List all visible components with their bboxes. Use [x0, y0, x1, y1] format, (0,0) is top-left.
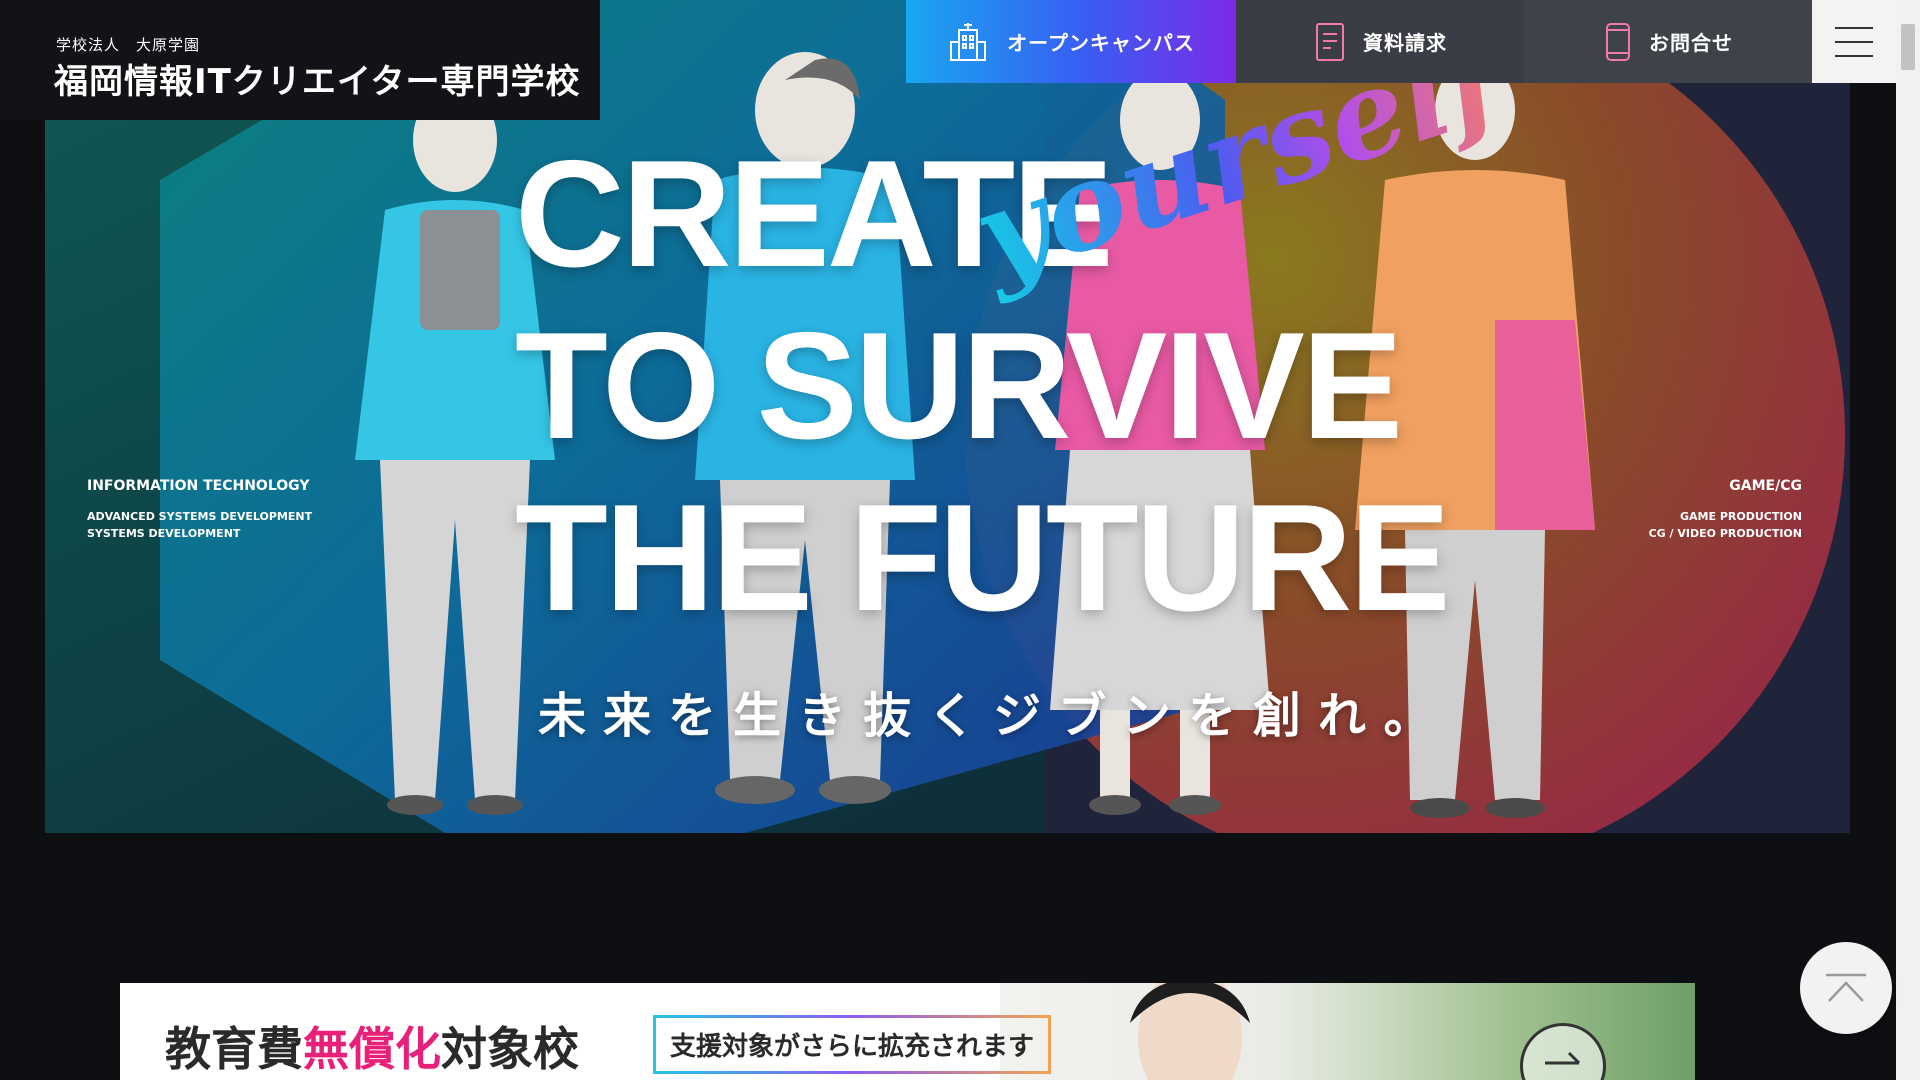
field-it-item: SYSTEMS DEVELOPMENT — [87, 527, 241, 540]
field-game-cg-item: GAME PRODUCTION — [1679, 510, 1802, 523]
contact-button[interactable]: お問合せ — [1524, 0, 1812, 83]
back-to-top-button[interactable] — [1800, 942, 1892, 1034]
document-request-button[interactable]: 資料請求 — [1236, 0, 1524, 83]
scrollbar[interactable] — [1896, 0, 1920, 1080]
field-game-cg-title: GAME/CG — [1729, 478, 1802, 494]
menu-bar — [1835, 54, 1873, 57]
field-it[interactable]: INFORMATION TECHNOLOGY ADVANCED SYSTEMS … — [87, 478, 312, 542]
banner-title: 教育費無償化対象校 — [165, 1013, 579, 1079]
field-game-cg[interactable]: GAME/CG GAME PRODUCTION CG / VIDEO PRODU… — [1649, 478, 1802, 542]
arrow-right-icon — [1545, 1051, 1581, 1065]
field-it-item: ADVANCED SYSTEMS DEVELOPMENT — [87, 510, 313, 523]
open-campus-label: オープンキャンパス — [1007, 31, 1195, 55]
hamburger-menu-icon[interactable] — [1812, 0, 1896, 83]
banner-title-pre: 教育費 — [165, 1022, 303, 1076]
menu-bar — [1835, 26, 1873, 29]
tuition-free-banner[interactable]: 教育費無償化対象校 支援対象がさらに拡充されます — [120, 983, 1695, 1080]
contact-label: お問合せ — [1649, 31, 1733, 55]
logo-subtitle: 学校法人 大原学園 — [56, 36, 201, 54]
site-logo[interactable]: 学校法人 大原学園 福岡情報ITクリエイター専門学校 — [0, 0, 600, 120]
banner-title-highlight: 無償化 — [303, 1022, 441, 1076]
menu-bar — [1835, 40, 1873, 43]
scrollbar-thumb[interactable] — [1901, 24, 1915, 70]
open-campus-button[interactable]: オープンキャンパス — [906, 0, 1236, 83]
hero-line-3: THE FUTURE — [515, 473, 1451, 643]
logo-title: 福岡情報ITクリエイター専門学校 — [54, 62, 581, 102]
field-it-title: INFORMATION TECHNOLOGY — [87, 478, 310, 494]
field-game-cg-item: CG / VIDEO PRODUCTION — [1648, 527, 1802, 540]
top-navigation: オープンキャンパス 資料請求 お問合せ — [906, 0, 1812, 83]
document-icon — [1316, 22, 1344, 61]
arrow-up-icon — [1826, 973, 1866, 1002]
hero-line-2: TO SURVIVE — [515, 301, 1403, 471]
phone-icon — [1606, 22, 1630, 61]
building-icon — [950, 22, 987, 61]
banner-badge: 支援対象がさらに拡充されます — [653, 1015, 1052, 1074]
hero-section: CREATE TO SURVIVE THE FUTURE yourself 未来… — [45, 0, 1850, 833]
banner-title-post: 対象校 — [441, 1022, 579, 1076]
document-request-label: 資料請求 — [1363, 31, 1447, 55]
hero-jp-tagline: 未来を生き抜くジブンを創れ。 — [538, 688, 1449, 744]
